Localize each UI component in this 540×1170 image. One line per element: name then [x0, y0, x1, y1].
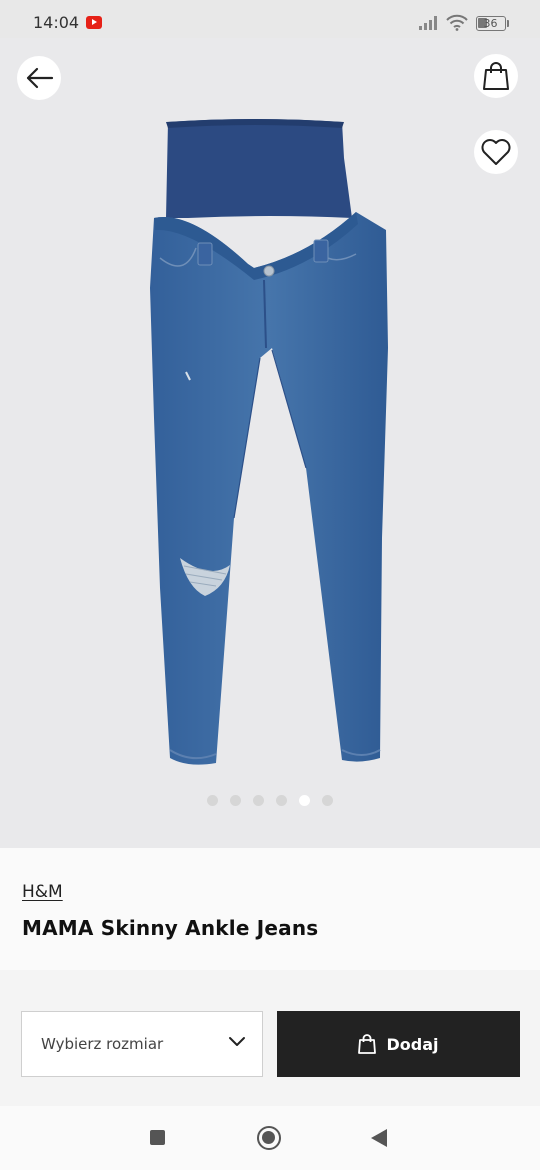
- status-time: 14:04: [33, 13, 80, 32]
- add-to-bag-label: Dodaj: [386, 1034, 439, 1054]
- battery-icon: 36: [476, 16, 506, 31]
- recents-button[interactable]: [150, 1130, 165, 1145]
- heart-icon: [481, 139, 511, 165]
- product-title: MAMA Skinny Ankle Jeans: [22, 916, 319, 940]
- product-gallery[interactable]: [0, 38, 540, 848]
- gallery-pagination: [0, 795, 540, 806]
- gallery-dot-5[interactable]: [299, 795, 310, 806]
- add-to-bag-button[interactable]: Dodaj: [277, 1011, 520, 1077]
- gallery-dot-2[interactable]: [230, 795, 241, 806]
- product-info: H&M MAMA Skinny Ankle Jeans: [0, 848, 540, 970]
- gallery-dot-6[interactable]: [322, 795, 333, 806]
- gallery-dot-4[interactable]: [276, 795, 287, 806]
- home-button[interactable]: [257, 1126, 281, 1150]
- battery-level: 36: [483, 17, 498, 30]
- brand-link[interactable]: H&M: [22, 882, 63, 902]
- size-select[interactable]: Wybierz rozmiar: [21, 1011, 263, 1077]
- chevron-down-icon: [229, 1037, 245, 1046]
- bag-icon: [358, 1034, 377, 1054]
- gallery-dot-3[interactable]: [253, 795, 264, 806]
- arrow-left-icon: [26, 67, 54, 89]
- system-nav-bar: [0, 1106, 540, 1170]
- signal-icon: [419, 16, 437, 30]
- size-select-placeholder: Wybierz rozmiar: [41, 1035, 164, 1053]
- youtube-notification-icon: [86, 16, 102, 29]
- status-bar: 14:04 36: [0, 0, 540, 38]
- system-back-button[interactable]: [371, 1129, 387, 1147]
- back-button[interactable]: [17, 56, 61, 100]
- product-image[interactable]: [130, 118, 420, 808]
- shopping-bag-button[interactable]: [474, 54, 518, 98]
- gallery-dot-1[interactable]: [207, 795, 218, 806]
- shopping-bag-icon: [483, 62, 509, 90]
- wifi-icon: [446, 14, 468, 31]
- favorite-button[interactable]: [474, 130, 518, 174]
